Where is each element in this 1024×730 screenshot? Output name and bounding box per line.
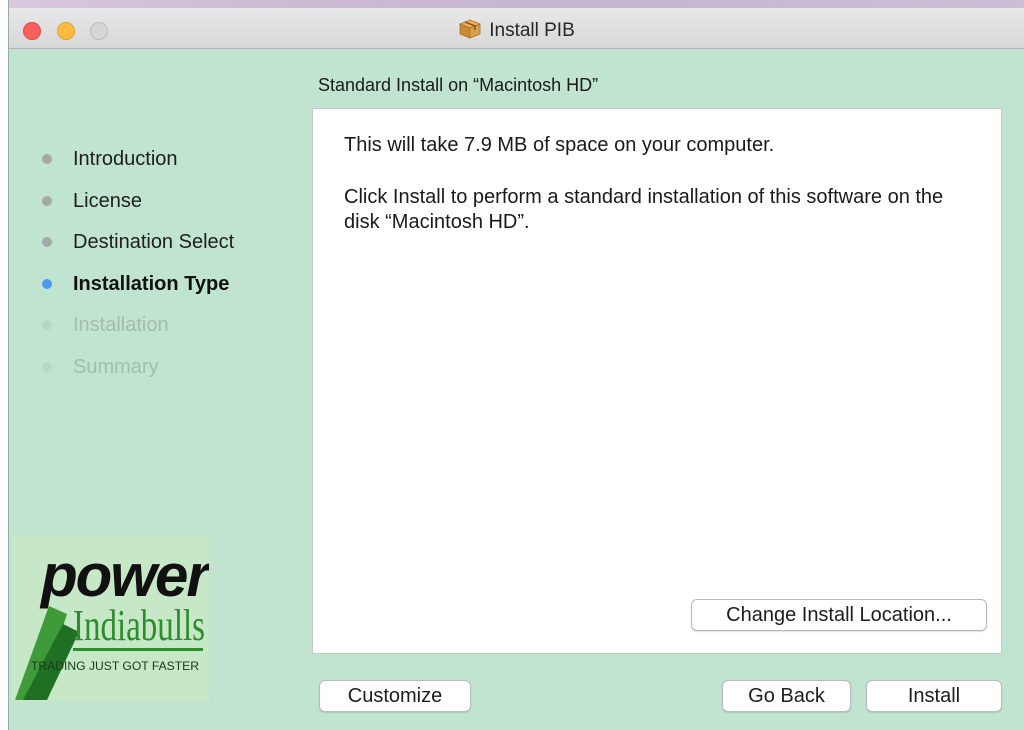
change-install-location-button[interactable]: Change Install Location... <box>691 599 987 631</box>
step-label: Destination Select <box>73 231 235 253</box>
step-bullet-icon <box>42 237 52 247</box>
step-label: Summary <box>73 355 159 378</box>
package-icon <box>459 19 482 39</box>
installer-steps: Introduction License Destination Select … <box>39 144 234 393</box>
step-summary: Summary <box>39 352 234 394</box>
go-back-button[interactable]: Go Back <box>722 680 851 712</box>
title-bar[interactable]: Install PIB <box>9 0 1024 49</box>
logo-tagline: TRADING JUST GOT FASTER <box>31 659 199 673</box>
window-title: Install PIB <box>9 19 1024 42</box>
customize-button[interactable]: Customize <box>319 680 471 712</box>
step-installation: Installation <box>39 310 234 352</box>
step-license: License <box>39 186 234 228</box>
space-required-text: This will take 7.9 MB of space on your c… <box>344 134 775 156</box>
step-destination-select: Destination Select <box>39 227 234 269</box>
logo-word: power <box>39 542 209 609</box>
step-bullet-icon <box>42 154 52 164</box>
install-instructions-text: Click Install to perform a standard inst… <box>344 186 944 233</box>
step-bullet-icon <box>42 361 52 372</box>
step-bullet-icon <box>42 278 52 289</box>
step-bullet-icon <box>42 195 52 206</box>
step-label: Introduction <box>73 148 178 170</box>
step-label: Installation <box>73 314 169 336</box>
install-button[interactable]: Install <box>866 680 1002 712</box>
step-label: Installation Type <box>73 272 230 295</box>
step-installation-type: Installation Type <box>39 269 234 311</box>
content-pane: This will take 7.9 MB of space on your c… <box>312 108 1002 654</box>
step-bullet-icon <box>42 320 52 330</box>
logo-brand: Indiabulls <box>73 601 205 650</box>
window-title-text: Install PIB <box>489 20 575 41</box>
power-indiabulls-logo-image: power Indiabulls TRADING JUST GOT FASTER <box>11 536 215 702</box>
installer-window: Install PIB Standard Install on “Macinto… <box>8 0 1024 730</box>
background-window-strip <box>9 0 1024 8</box>
indiabulls-logo: power Indiabulls TRADING JUST GOT FASTER <box>11 536 215 702</box>
step-introduction: Introduction <box>39 144 234 186</box>
pane-subtitle: Standard Install on “Macintosh HD” <box>318 75 599 95</box>
step-label: License <box>73 189 142 212</box>
